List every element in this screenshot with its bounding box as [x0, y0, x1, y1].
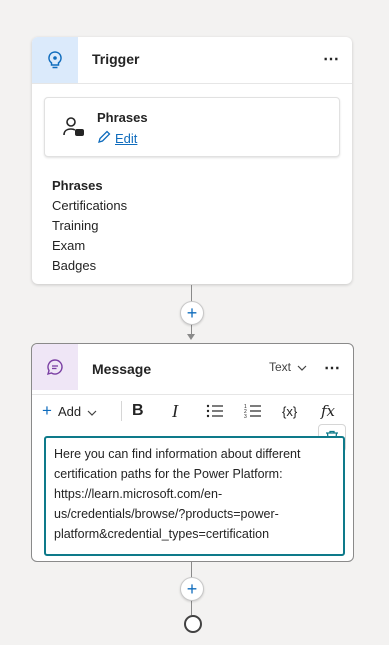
phrase-item: Exam	[52, 238, 86, 253]
formatting-toolbar: + Add B I 1 2 3 {x} fx	[32, 394, 353, 427]
phrases-box-title: Phrases	[97, 110, 148, 125]
phrase-list-header: Phrases	[52, 178, 103, 193]
end-node	[184, 615, 202, 633]
bullet-list-button[interactable]	[206, 395, 224, 427]
message-card[interactable]: Message Text ⋯ + Add B I 1 2 3 {x} fx He…	[31, 343, 354, 562]
italic-button[interactable]: I	[172, 395, 178, 427]
add-label: Add	[57, 403, 82, 419]
phrase-list: Phrases Certifications Training Exam Bad…	[52, 176, 127, 276]
phrase-item: Training	[52, 218, 99, 233]
trigger-more-button[interactable]: ⋯	[323, 49, 340, 69]
chevron-down-icon	[297, 360, 307, 374]
insert-variable-button[interactable]: {x}	[282, 395, 297, 427]
message-text-editor[interactable]: Here you can find information about diff…	[44, 436, 345, 556]
pencil-icon	[97, 130, 111, 147]
add-node-button[interactable]: +	[180, 301, 204, 325]
chevron-down-icon	[87, 404, 97, 419]
edit-label: Edit	[115, 131, 138, 146]
phrase-item: Badges	[52, 258, 97, 273]
phrases-box: Phrases Edit	[44, 97, 340, 157]
trigger-title: Trigger	[92, 51, 140, 67]
trigger-card[interactable]: Trigger ⋯ Phrases Edit Phrases Certifica…	[32, 37, 352, 284]
lightbulb-icon	[32, 37, 78, 83]
person-chat-icon	[63, 116, 85, 143]
insert-formula-button[interactable]: fx	[321, 395, 335, 427]
edit-phrases-link[interactable]: Edit	[97, 130, 137, 147]
plus-icon: +	[42, 401, 52, 420]
message-type-value: Text	[269, 360, 292, 374]
bold-button[interactable]: B	[132, 395, 144, 427]
svg-text:3: 3	[244, 414, 247, 419]
numbered-list-button[interactable]: 1 2 3	[244, 395, 262, 427]
chat-bubble-icon	[32, 344, 78, 390]
connector-arrow	[187, 334, 195, 340]
message-more-button[interactable]: ⋯	[324, 358, 341, 378]
toolbar-divider	[121, 401, 122, 421]
message-type-select[interactable]: Text	[269, 360, 307, 374]
message-title: Message	[92, 361, 152, 377]
bullet-list-icon	[206, 404, 223, 418]
add-content-button[interactable]: + Add	[42, 395, 97, 427]
trigger-header: Trigger ⋯	[32, 37, 352, 84]
numbered-list-icon: 1 2 3	[244, 404, 261, 419]
phrase-item: Certifications	[52, 198, 128, 213]
message-header: Message Text ⋯	[32, 344, 353, 390]
add-node-button[interactable]: +	[180, 577, 204, 601]
